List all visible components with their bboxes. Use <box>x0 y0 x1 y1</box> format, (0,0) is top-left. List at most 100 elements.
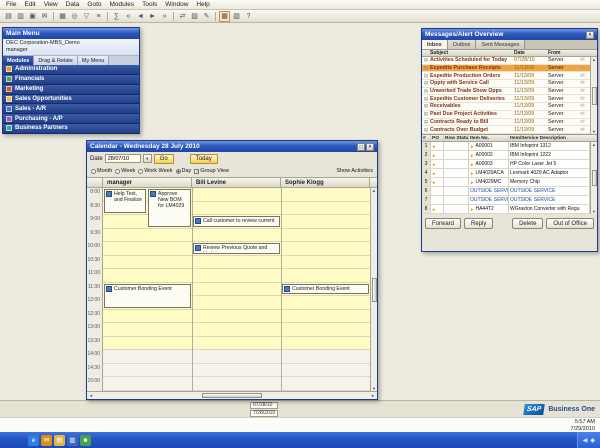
first-record-icon[interactable]: « <box>123 11 134 22</box>
link-arrow-icon[interactable]: ► <box>470 162 474 167</box>
tab-inbox[interactable]: Inbox <box>422 40 448 49</box>
from-column-header[interactable]: From <box>548 50 575 56</box>
message-row[interactable]: ▤Expedite Customer Deliveries11/13/09Ser… <box>422 95 590 103</box>
calendar-slot-row[interactable] <box>103 310 370 324</box>
help-icon[interactable]: ? <box>243 11 254 22</box>
sidebar-item-business-partners[interactable]: Business Partners <box>3 124 139 134</box>
view-option-month[interactable]: Month <box>91 168 112 174</box>
menubar-item-edit[interactable]: Edit <box>20 1 39 8</box>
message-row[interactable]: ▤Expedite Production Orders11/13/09Serve… <box>422 72 590 80</box>
detail-row[interactable]: 3►►A00003HP Color Laser Jet 5 <box>422 160 590 169</box>
calendar-slot-row[interactable] <box>103 269 370 283</box>
calendar-event[interactable]: Help Test, and Finalize <box>104 189 146 213</box>
message-row[interactable]: ▤Oppty with Service Call11/13/09Server✉ <box>422 80 590 88</box>
detail-row[interactable]: 5►►LM4029MCMemory Chip <box>422 178 590 187</box>
message-row[interactable]: ▤Expedite Purchase Receipts11/13/09Serve… <box>422 65 590 73</box>
scroll-left-icon[interactable]: ◄ <box>89 393 93 398</box>
scroll-down-icon[interactable]: ▼ <box>592 209 596 214</box>
scroll-up-icon[interactable]: ▲ <box>372 188 376 193</box>
messages-scrollbar[interactable]: ▲ ▼ <box>590 57 597 134</box>
print-icon[interactable]: ▣ <box>27 11 38 22</box>
detail-row[interactable]: 4►►LM4029ACALexmark 4029 AC Adaptor <box>422 169 590 178</box>
subject-column-header[interactable]: Subject <box>430 50 514 56</box>
close-icon[interactable]: × <box>366 143 374 151</box>
menubar-item-window[interactable]: Window <box>161 1 192 8</box>
link-arrow-icon[interactable]: ► <box>432 144 436 149</box>
previous-record-icon[interactable]: ◄ <box>135 11 146 22</box>
calendar-vertical-scrollbar[interactable]: ▲ ▼ <box>370 188 377 391</box>
calendar-slot-row[interactable] <box>103 256 370 270</box>
sidebar-item-sales-a-r[interactable]: Sales - A/R <box>3 104 139 114</box>
new-document-icon[interactable]: ▤ <box>3 11 14 22</box>
menubar-item-tools[interactable]: Tools <box>138 1 161 8</box>
menubar-item-data[interactable]: Data <box>62 1 84 8</box>
calendar-horizontal-scrollbar[interactable]: ◄ ► <box>87 391 377 399</box>
calendar-event[interactable]: Approve New BOM for LM4029 <box>148 189 191 227</box>
message-row[interactable]: ▤Receivables11/13/09Server✉ <box>422 103 590 111</box>
message-log-icon[interactable]: ▧ <box>231 11 242 22</box>
scroll-up-icon[interactable]: ▲ <box>592 142 596 147</box>
message-row[interactable]: ▤Unworked Trade Show Opps11/13/09Server✉ <box>422 88 590 96</box>
link-arrow-icon[interactable]: ► <box>432 207 436 212</box>
email-icon[interactable]: ✉ <box>39 11 50 22</box>
scroll-thumb[interactable] <box>372 278 377 302</box>
scroll-thumb[interactable] <box>202 393 262 398</box>
message-row[interactable]: ▤Activities Scheduled for Today07/28/10S… <box>422 57 590 65</box>
tab-sent-messages[interactable]: Sent Messages <box>476 40 525 49</box>
scroll-thumb[interactable] <box>592 170 597 186</box>
link-arrow-icon[interactable]: ► <box>470 207 474 212</box>
menubar-item-goto[interactable]: Goto <box>83 1 105 8</box>
filter-icon[interactable]: ▽ <box>81 11 92 22</box>
scroll-right-icon[interactable]: ► <box>371 393 375 398</box>
link-arrow-icon[interactable]: ► <box>432 162 436 167</box>
menubar-item-view[interactable]: View <box>40 1 62 8</box>
quicklaunch-folder-icon[interactable]: ▤ <box>54 435 65 446</box>
sidebar-item-sales-opportunities[interactable]: Sales Opportunities <box>3 95 139 105</box>
link-arrow-icon[interactable]: ► <box>432 171 436 176</box>
quicklaunch-mail-icon[interactable]: ✉ <box>41 435 52 446</box>
link-arrow-icon[interactable]: ► <box>470 180 474 185</box>
tab-drag-relate[interactable]: Drag & Relate <box>34 56 78 65</box>
view-option-day[interactable]: Day <box>176 168 192 174</box>
link-arrow-icon[interactable]: ► <box>470 171 474 176</box>
sum-icon[interactable]: ∑ <box>111 11 122 22</box>
sidebar-item-administration[interactable]: Administration <box>3 65 139 75</box>
tab-modules[interactable]: Modules <box>3 56 34 65</box>
form-settings-icon[interactable]: ▨ <box>189 11 200 22</box>
tray-volume-icon[interactable]: ◀ <box>583 437 588 444</box>
calendar-slot-row[interactable] <box>103 364 370 378</box>
calendar-icon[interactable]: ▦ <box>219 11 230 22</box>
calendar-slot-row[interactable] <box>103 323 370 337</box>
menubar-item-file[interactable]: File <box>2 1 20 8</box>
group-view-option[interactable]: ✓Group View <box>194 168 229 174</box>
link-arrow-icon[interactable]: ► <box>432 153 436 158</box>
menubar-item-modules[interactable]: Modules <box>106 1 139 8</box>
calendar-slot-row[interactable] <box>103 337 370 351</box>
calendar-column-header-bill-levine[interactable]: Bill Levine <box>192 178 281 187</box>
tray-shield-icon[interactable]: ◆ <box>590 437 595 444</box>
view-option-work-week[interactable]: Work Week <box>138 168 172 174</box>
link-arrow-icon[interactable]: ► <box>470 153 474 158</box>
search-icon[interactable]: ◎ <box>69 11 80 22</box>
calendar-event[interactable]: Customer Bonding Event <box>104 284 191 308</box>
main-menu-titlebar[interactable]: Main Menu <box>3 28 139 39</box>
detail-row[interactable]: 6OUTSIDE SERVICEOUTSIDE SERVICE <box>422 187 590 196</box>
date-input[interactable] <box>105 154 141 163</box>
messages-titlebar[interactable]: Messages/Alert Overview × <box>422 29 597 40</box>
detail-row[interactable]: 8►►HA44T2WGravton Converter with Regu <box>422 205 590 214</box>
detail-row[interactable]: 7OUTSIDE SERVICEOUTSIDE SERVICE <box>422 196 590 205</box>
menubar-item-help[interactable]: Help <box>192 1 213 8</box>
forward-button[interactable]: Forward <box>425 218 461 229</box>
calendar-event[interactable]: Customer Bonding Event <box>282 284 369 295</box>
close-icon[interactable]: × <box>586 31 594 39</box>
reply-button[interactable]: Reply <box>464 218 493 229</box>
delete-button[interactable]: Delete <box>512 218 543 229</box>
sort-icon[interactable]: ≡ <box>93 11 104 22</box>
next-record-icon[interactable]: ► <box>147 11 158 22</box>
sidebar-item-financials[interactable]: Financials <box>3 75 139 85</box>
date-column-header[interactable]: Date <box>514 50 548 56</box>
detail-row[interactable]: 2►►A00002IBM Infoprint 1222 <box>422 151 590 160</box>
calendar-slot-row[interactable] <box>103 229 370 243</box>
calendar-column-header-manager[interactable]: manager <box>103 178 192 187</box>
open-document-icon[interactable]: ▥ <box>15 11 26 22</box>
